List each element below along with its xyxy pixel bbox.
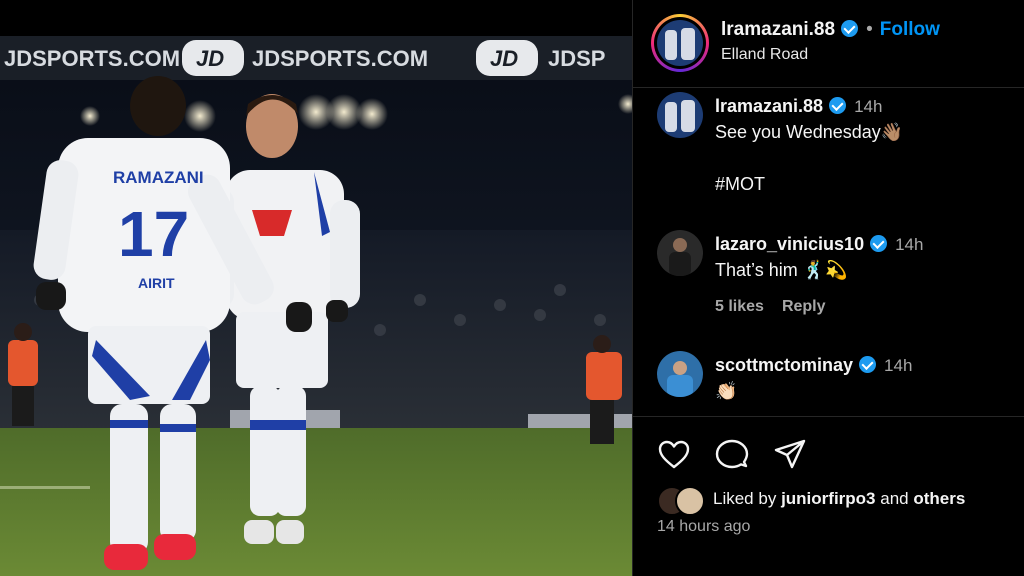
verified-badge-icon	[859, 356, 877, 373]
comment-time[interactable]: 14h	[884, 356, 912, 375]
caption-author-avatar[interactable]	[657, 92, 703, 138]
share-icon[interactable]	[773, 438, 807, 472]
post-side-panel: lramazani.88 • Follow Elland Road lramazan…	[632, 0, 1024, 576]
author-username[interactable]: lramazani.88	[721, 19, 835, 40]
liked-by-middle: and	[880, 489, 909, 508]
comment-header: lramazani.88 14h	[715, 96, 882, 117]
comment-header: lazaro_vinicius10 14h	[715, 234, 923, 255]
author-story-ring[interactable]	[651, 14, 709, 72]
avatar-figure	[665, 102, 677, 132]
comment-likes[interactable]: 5 likes	[715, 298, 764, 315]
jersey-sponsor: AIRIT	[138, 275, 175, 291]
liked-by-text: Liked by juniorfirpo3 and others	[713, 489, 965, 509]
comment-text: That’s him 🕺💫	[715, 260, 848, 280]
header-user-line: lramazani.88 • Follow	[721, 19, 940, 41]
avatar-figure	[681, 100, 695, 132]
liked-by-row: Liked by juniorfirpo3 and others	[657, 486, 1024, 516]
caption-text: See you Wednesday👋🏽 #MOT	[715, 122, 904, 194]
reply-button[interactable]: Reply	[782, 298, 826, 315]
avatar-figure	[681, 28, 695, 60]
follow-button[interactable]: Follow	[880, 19, 940, 40]
post-photo[interactable]: JDSPORTS.COM JD JDSPORTS.COM JD JDSP RAM…	[0, 0, 632, 576]
commenter-avatar[interactable]	[657, 230, 703, 276]
photo-top-letterbox	[0, 0, 632, 36]
comment-username[interactable]: lramazani.88	[715, 96, 823, 116]
commenter-avatar[interactable]	[657, 351, 703, 397]
post-location[interactable]: Elland Road	[721, 46, 808, 64]
comment-time[interactable]: 14h	[895, 235, 923, 254]
verified-badge-icon	[870, 235, 888, 252]
comment-username[interactable]: lazaro_vinicius10	[715, 234, 864, 254]
verified-badge-icon	[841, 20, 859, 37]
actions-divider	[633, 416, 1024, 417]
comment-text: 👏🏻	[715, 381, 738, 401]
comment-time[interactable]: 14h	[854, 97, 882, 116]
comment-meta: 5 likes Reply	[715, 298, 844, 316]
avatar-figure	[669, 252, 691, 276]
jersey-name: RAMAZANI	[113, 168, 204, 187]
post-header: lramazani.88 • Follow Elland Road	[633, 0, 1024, 88]
comment-username[interactable]: scottmctominay	[715, 355, 853, 375]
comment-header: scottmctominay 14h	[715, 355, 912, 376]
banner-text-2: JDSPORTS.COM	[252, 46, 428, 71]
liked-by-prefix: Liked by	[713, 489, 777, 508]
liked-by-user[interactable]: juniorfirpo3	[781, 489, 875, 508]
avatar-figure	[665, 30, 677, 60]
banner-text-1: JDSPORTS.COM	[4, 46, 180, 71]
comment-icon[interactable]	[715, 438, 749, 472]
banner-text-3: JDSP	[548, 46, 605, 71]
banner-logo-1: JD	[196, 46, 224, 71]
verified-badge-icon	[829, 97, 847, 114]
avatar-figure	[673, 361, 687, 375]
liked-by-others[interactable]: others	[913, 489, 965, 508]
avatar-figure	[673, 238, 687, 252]
post-timestamp[interactable]: 14 hours ago	[657, 518, 750, 536]
separator-dot: •	[866, 19, 873, 40]
liker-avatar[interactable]	[675, 486, 705, 516]
post-image-scene: JDSPORTS.COM JD JDSPORTS.COM JD JDSP RAM…	[0, 0, 632, 576]
heart-icon[interactable]	[657, 438, 691, 472]
avatar-figure	[667, 375, 693, 397]
jersey-number: 17	[118, 198, 189, 270]
banner-logo-2: JD	[490, 46, 518, 71]
author-avatar[interactable]	[657, 20, 703, 66]
